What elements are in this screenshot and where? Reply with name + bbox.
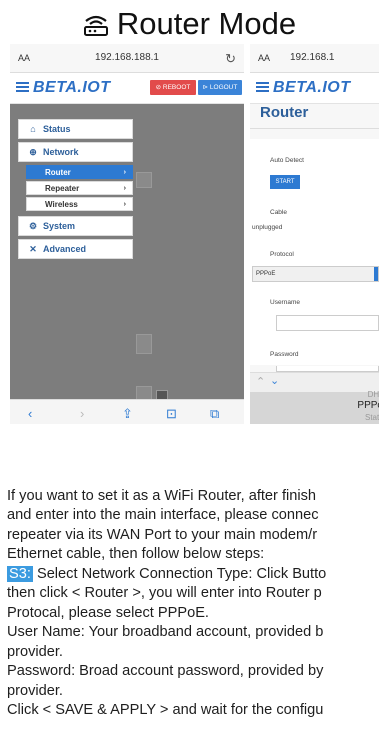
nav-network[interactable]: ⊕ Network — [18, 142, 133, 162]
nav-advanced[interactable]: ✕ Advanced — [18, 239, 133, 259]
nav-label: Status — [43, 124, 71, 134]
chevron-down-icon[interactable]: ⌄ — [270, 374, 279, 387]
chevron-right-icon: › — [123, 169, 126, 176]
right-screenshot: AA 192.168.1 BETA.IOT Router Auto Detect… — [250, 44, 379, 424]
back-icon[interactable]: ‹ — [28, 406, 32, 421]
instruction-line: Ethernet cable, then follow below steps: — [7, 546, 265, 562]
router-settings-card: Auto Detect START Cable unplugged Protoc… — [250, 139, 379, 365]
instruction-line: then click < Router >, you will enter in… — [7, 585, 322, 601]
tools-icon: ✕ — [29, 244, 37, 254]
instruction-line: provider. — [7, 683, 63, 699]
gear-icon: ⚙ — [28, 221, 38, 231]
globe-icon: ⊕ — [29, 147, 37, 157]
username-field[interactable] — [276, 315, 379, 331]
nav-wireless[interactable]: Wireless › — [26, 197, 133, 211]
home-icon: ⌂ — [30, 124, 36, 134]
app-header: BETA.IOT — [250, 73, 379, 104]
url-text: 192.168.1 — [290, 52, 335, 63]
left-screenshot: AA 192.168.188.1 ↻ BETA.IOT ⊘ REBOOT ⊳ L… — [10, 44, 244, 424]
cable-status: unplugged — [252, 224, 283, 231]
password-label: Password — [270, 351, 299, 358]
brand-logo: BETA.IOT — [33, 79, 111, 96]
nav-label: Wireless — [45, 200, 78, 209]
instruction-line: Password: Broad account password, provid… — [7, 663, 324, 679]
auto-detect-label: Auto Detect — [270, 157, 304, 164]
router-page-title: Router — [260, 104, 309, 121]
instruction-line: provider. — [7, 644, 63, 660]
text-size-button[interactable]: AA — [258, 53, 270, 63]
chevron-right-icon: › — [123, 185, 126, 192]
divider — [250, 128, 379, 129]
nav-label: Router — [45, 168, 71, 177]
instruction-line: and enter into the main interface, pleas… — [7, 507, 319, 523]
browser-toolbar: ‹ › ⇪ ⊡ ⧉ — [10, 399, 244, 424]
select-handle — [374, 267, 378, 281]
protocol-label: Protocol — [270, 251, 294, 258]
background-field — [136, 334, 152, 354]
nav-label: System — [43, 221, 76, 231]
reload-icon[interactable]: ↻ — [225, 51, 236, 67]
router-icon — [83, 15, 108, 36]
protocol-select[interactable]: PPPoE — [252, 266, 379, 282]
instruction-line: User Name: Your broadband account, provi… — [7, 624, 324, 640]
menu-icon[interactable] — [256, 82, 269, 92]
instruction-line: repeater via its WAN Port to your main m… — [7, 527, 318, 543]
nav-status[interactable]: ⌂ Status — [18, 119, 133, 139]
instruction-line: Click < SAVE & APPLY > and wait for the … — [7, 702, 324, 718]
brand-logo: BETA.IOT — [273, 79, 351, 96]
picker-toolbar: ⌃ ⌄ — [250, 372, 379, 393]
nav-label: Repeater — [45, 184, 80, 193]
title-text: Router Mode — [116, 6, 297, 41]
app-header: BETA.IOT ⊘ REBOOT ⊳ LOGOUT — [10, 73, 244, 104]
page-title: Router Mode — [0, 6, 379, 42]
share-icon[interactable]: ⇪ — [122, 406, 133, 422]
nav-router[interactable]: Router › — [26, 165, 133, 179]
picker-option[interactable]: DHC — [368, 390, 379, 399]
browser-url-bar[interactable]: AA 192.168.188.1 ↻ — [10, 44, 244, 73]
bookmarks-icon[interactable]: ⊡ — [166, 406, 177, 422]
forward-icon[interactable]: › — [80, 406, 84, 421]
nav-label: Network — [43, 147, 79, 157]
url-text: 192.168.188.1 — [95, 52, 159, 63]
nav-repeater[interactable]: Repeater › — [26, 181, 133, 195]
nav-label: Advanced — [43, 244, 87, 254]
chevron-right-icon: › — [123, 201, 126, 208]
instruction-line: S3: Select Network Connection Type: Clic… — [7, 565, 379, 584]
reboot-button[interactable]: ⊘ REBOOT — [150, 80, 196, 95]
instruction-line: If you want to set it as a WiFi Router, … — [7, 488, 317, 504]
picker-option[interactable]: Static — [365, 413, 379, 422]
protocol-value: PPPoE — [256, 271, 276, 277]
tabs-icon[interactable]: ⧉ — [210, 406, 219, 422]
picker-option-selected[interactable]: PPPo — [357, 400, 379, 411]
step-tag: S3: — [7, 566, 33, 582]
protocol-picker[interactable]: DHC PPPo Static — [250, 390, 379, 424]
instruction-line: Protocal, please select PPPoE. — [7, 605, 209, 621]
start-button[interactable]: START — [270, 175, 300, 189]
menu-icon[interactable] — [16, 82, 29, 92]
browser-url-bar[interactable]: AA 192.168.1 — [250, 44, 379, 73]
logout-button[interactable]: ⊳ LOGOUT — [198, 80, 242, 95]
background-field — [136, 172, 152, 188]
chevron-up-icon[interactable]: ⌃ — [256, 375, 265, 388]
cable-label: Cable — [270, 209, 287, 216]
username-label: Username — [270, 299, 300, 306]
step-text: Select Network Connection Type: Click Bu… — [32, 566, 327, 582]
nav-system[interactable]: ⚙ System — [18, 216, 133, 236]
